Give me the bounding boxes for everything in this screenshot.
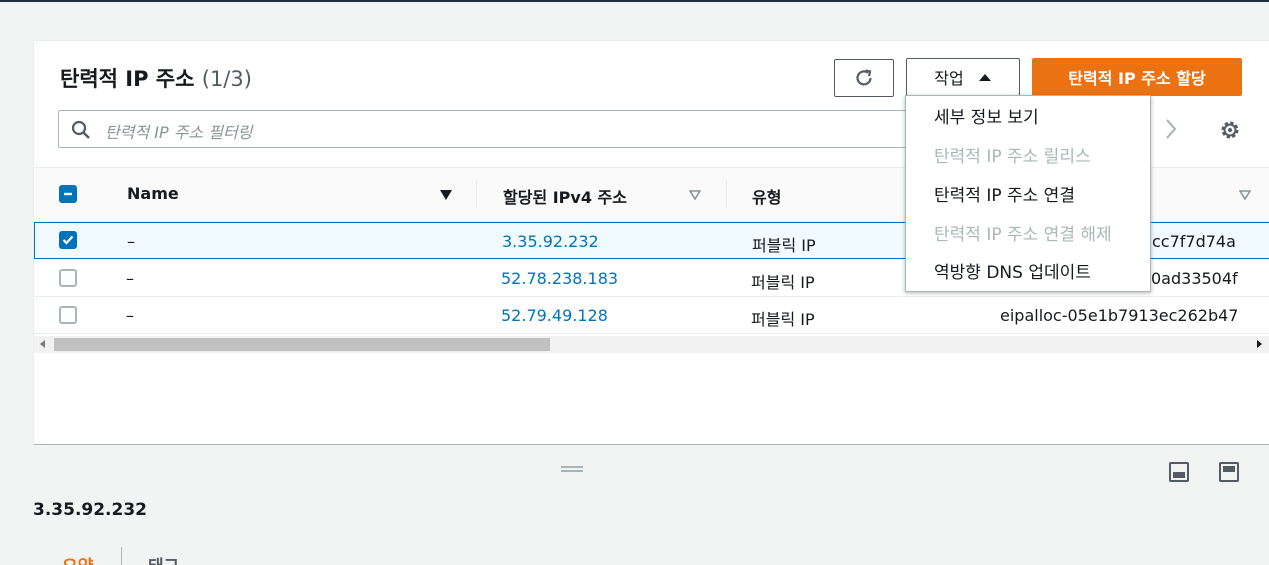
tab-summary[interactable]: 요약 bbox=[62, 552, 93, 565]
cell-ipv4-link[interactable]: 3.35.92.232 bbox=[502, 232, 599, 251]
search-placeholder: 탄력적 IP 주소 필터링 bbox=[105, 123, 253, 142]
column-divider bbox=[726, 180, 727, 208]
top-bar bbox=[0, 0, 1269, 2]
pane-bottom-icon[interactable] bbox=[1169, 462, 1189, 482]
menu-item-view-details[interactable]: 세부 정보 보기 bbox=[934, 103, 1039, 128]
pane-top-icon[interactable] bbox=[1219, 462, 1239, 482]
actions-button-label: 작업 bbox=[934, 69, 964, 88]
table-row[interactable]: – 52.79.49.128 퍼블릭 IP eipalloc-05e1b7913… bbox=[34, 297, 1269, 334]
cell-allocation-id: cc7f7d74a bbox=[1152, 232, 1236, 251]
tab-divider bbox=[121, 547, 122, 565]
gear-icon[interactable] bbox=[1218, 118, 1242, 142]
detail-pane bbox=[0, 445, 1269, 565]
sort-desc-icon[interactable] bbox=[439, 189, 453, 201]
cell-name: – bbox=[127, 232, 135, 251]
tab-tags[interactable]: 태그 bbox=[148, 552, 179, 565]
cell-allocation-id: 0ad33504f bbox=[1151, 269, 1238, 288]
sort-icon[interactable] bbox=[689, 190, 701, 200]
cell-type: 퍼블릭 IP bbox=[752, 236, 816, 255]
scroll-right-icon[interactable] bbox=[1257, 340, 1262, 348]
sort-icon[interactable] bbox=[1239, 190, 1251, 200]
page-title: 탄력적 IP 주소 (1/3) bbox=[60, 63, 252, 93]
search-input[interactable]: 탄력적 IP 주소 필터링 bbox=[58, 110, 918, 148]
column-header-name[interactable]: Name bbox=[127, 184, 179, 203]
minus-icon bbox=[64, 192, 72, 196]
chevron-right-icon[interactable] bbox=[1161, 117, 1181, 141]
menu-item-associate-ip[interactable]: 탄력적 IP 주소 연결 bbox=[934, 181, 1075, 206]
column-divider bbox=[476, 180, 477, 208]
row-checkbox[interactable] bbox=[59, 306, 77, 324]
column-header-ipv4[interactable]: 할당된 IPv4 주소 bbox=[503, 184, 627, 208]
menu-item-release-ip: 탄력적 IP 주소 릴리스 bbox=[934, 147, 1091, 167]
caret-up-icon bbox=[978, 74, 991, 81]
cell-name: – bbox=[126, 269, 134, 288]
detail-title: 3.35.92.232 bbox=[33, 500, 148, 520]
scrollbar-thumb[interactable] bbox=[54, 338, 550, 351]
cell-ipv4-link[interactable]: 52.78.238.183 bbox=[501, 269, 618, 288]
scroll-left-icon[interactable] bbox=[40, 340, 45, 348]
cell-allocation-id: eipalloc-05e1b7913ec262b47 bbox=[1000, 306, 1239, 325]
cell-ipv4-link[interactable]: 52.79.49.128 bbox=[501, 306, 608, 325]
row-checkbox[interactable] bbox=[59, 231, 77, 249]
search-icon bbox=[71, 120, 90, 139]
cell-name: – bbox=[126, 306, 134, 325]
horizontal-scrollbar[interactable] bbox=[34, 336, 1269, 353]
cell-type: 퍼블릭 IP bbox=[751, 310, 815, 329]
check-icon bbox=[62, 235, 74, 245]
menu-item-update-reverse-dns[interactable]: 역방향 DNS 업데이트 bbox=[934, 258, 1091, 283]
actions-button[interactable]: 작업 bbox=[906, 58, 1020, 96]
resize-handle-icon[interactable] bbox=[561, 466, 583, 472]
refresh-button[interactable] bbox=[834, 59, 894, 97]
allocate-elastic-ip-button[interactable]: 탄력적 IP 주소 할당 bbox=[1032, 58, 1242, 96]
row-checkbox[interactable] bbox=[59, 269, 77, 287]
menu-item-disassociate-ip: 탄력적 IP 주소 연결 해제 bbox=[934, 225, 1112, 245]
select-all-checkbox[interactable] bbox=[59, 185, 77, 203]
cell-type: 퍼블릭 IP bbox=[751, 273, 815, 292]
refresh-icon bbox=[856, 69, 872, 86]
column-header-type[interactable]: 유형 bbox=[752, 184, 781, 208]
actions-dropdown-menu: 세부 정보 보기 탄력적 IP 주소 릴리스 탄력적 IP 주소 연결 탄력적 … bbox=[905, 95, 1151, 292]
selection-count: (1/3) bbox=[201, 67, 252, 91]
page-title-text: 탄력적 IP 주소 bbox=[60, 67, 195, 91]
